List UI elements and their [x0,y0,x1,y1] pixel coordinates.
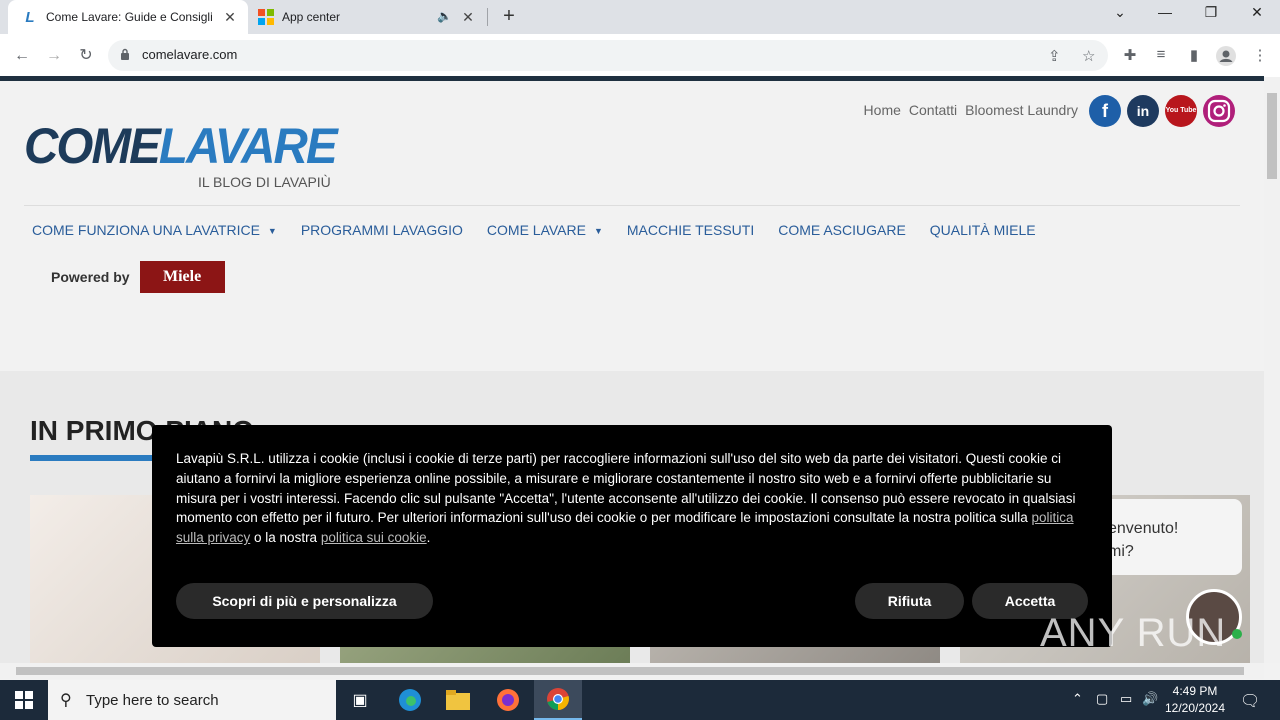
powered-by-miele[interactable]: Powered by Miele [51,261,225,293]
cookie-banner: Lavapiù S.R.L. utilizza i cookie (inclus… [152,425,1112,647]
instagram-icon[interactable] [1203,95,1235,127]
link-contatti[interactable]: Contatti [909,102,957,118]
edge-icon[interactable] [386,680,434,720]
taskbar-search-input[interactable]: ⚲ Type here to search [48,680,336,720]
tab-search-chevron-icon[interactable]: ⌄ [1100,4,1140,21]
cookie-text: Lavapiù S.R.L. utilizza i cookie (inclus… [176,451,1076,546]
reload-icon[interactable]: ↻ [74,44,98,68]
facebook-icon[interactable]: f [1089,95,1121,127]
forward-arrow-icon[interactable]: → [42,44,66,68]
linkedin-icon[interactable]: in [1127,95,1159,127]
tab-strip: L Come Lavare: Guide e Consigli b ✕ App … [0,0,1280,34]
restore-button[interactable]: ❐ [1191,4,1231,21]
section-underline [30,455,160,461]
windows-start-icon[interactable] [0,680,48,720]
browser-toolbar: ← → ↻ comelavare.com ⇪ ☆ ✚ ≡ ▮ ⋮ [0,34,1280,77]
close-tab-icon[interactable]: ✕ [460,9,476,26]
caret-down-icon: ▼ [593,226,603,237]
side-panel-icon[interactable]: ▮ [1184,46,1204,64]
header-divider [24,205,1240,206]
chrome-icon[interactable] [534,680,582,720]
youtube-icon[interactable]: You Tube [1165,95,1197,127]
menu-come-lavare[interactable]: COME LAVARE ▼ [487,222,603,238]
lock-icon [121,48,129,60]
address-bar[interactable]: comelavare.com ⇪ ☆ [108,40,1108,71]
site-logo[interactable]: COMELAVARE [24,117,338,175]
tray-chevron-up-icon[interactable]: ⌃ [1072,691,1083,707]
vertical-scrollbar[interactable] [1264,77,1280,663]
task-view-icon[interactable]: ▣ [336,680,384,720]
menu-come-asciugare[interactable]: COME ASCIUGARE [778,222,906,238]
caret-down-icon: ▼ [267,226,277,237]
file-explorer-icon[interactable] [434,680,482,720]
comelavare-favicon-icon: L [25,8,35,26]
anyrun-watermark: ANY RUN [1040,611,1227,655]
link-bloomest-laundry[interactable]: Bloomest Laundry [965,102,1078,118]
minimize-button[interactable]: — [1145,4,1185,20]
chat-welcome-bubble[interactable]: envenuto! mi? [1094,499,1242,575]
tray-device-icon[interactable]: ▢ [1096,691,1108,707]
notifications-icon[interactable]: 🗨 [1240,691,1260,711]
close-tab-icon[interactable]: ✕ [222,9,238,26]
share-icon[interactable]: ⇪ [1048,47,1061,65]
reject-button[interactable]: Rifiuta [855,583,964,619]
system-clock[interactable]: 4:49 PM 12/20/2024 [1160,683,1230,717]
horizontal-scrollbar[interactable] [0,663,1264,679]
url-text: comelavare.com [142,47,238,62]
tab-comelavare[interactable]: L Come Lavare: Guide e Consigli b ✕ [8,0,248,34]
firefox-icon[interactable] [484,680,532,720]
tab-app-center[interactable]: App center 🔈 ✕ [250,0,486,34]
tab-separator [487,8,488,26]
cookie-policy-link[interactable]: politica sui cookie [321,530,427,545]
link-home[interactable]: Home [864,102,901,118]
web-page: COMELAVARE IL BLOG DI LAVAPIÙ Home Conta… [0,81,1264,663]
profile-avatar-icon[interactable] [1216,46,1236,70]
media-queue-icon[interactable]: ≡ [1151,46,1171,63]
speaker-icon[interactable]: 🔈 [437,9,452,23]
extensions-puzzle-icon[interactable]: ✚ [1120,46,1140,64]
menu-programmi-lavaggio[interactable]: PROGRAMMI LAVAGGIO [301,222,463,238]
new-tab-button[interactable]: + [498,5,520,28]
search-icon: ⚲ [60,692,72,709]
windows-favicon-icon [258,9,274,25]
top-links: Home Contatti Bloomest Laundry [864,102,1078,118]
logo-subtitle: IL BLOG DI LAVAPIÙ [198,174,331,190]
online-status-dot [1232,629,1242,639]
volume-icon[interactable]: 🔊 [1142,691,1158,707]
menu-macchie-tessuti[interactable]: MACCHIE TESSUTI [627,222,754,238]
menu-qualita-miele[interactable]: QUALITÀ MIELE [930,222,1036,238]
tab-title: Come Lavare: Guide e Consigli b [46,10,216,24]
site-header: COMELAVARE IL BLOG DI LAVAPIÙ Home Conta… [0,81,1264,371]
tab-title: App center [282,10,341,24]
menu-come-funziona[interactable]: COME FUNZIONA UNA LAVATRICE ▼ [32,222,277,238]
miele-logo: Miele [139,261,225,293]
back-arrow-icon[interactable]: ← [10,44,34,68]
close-window-button[interactable]: ✕ [1237,4,1277,21]
customize-button[interactable]: Scopri di più e personalizza [176,583,433,619]
main-menu: COME FUNZIONA UNA LAVATRICE ▼ PROGRAMMI L… [32,222,1060,238]
bookmark-star-icon[interactable]: ☆ [1082,47,1095,65]
windows-taskbar: ⚲ Type here to search ▣ ⌃ ▢ ▭ 🔊 4:49 PM … [0,680,1280,720]
network-icon[interactable]: ▭ [1120,691,1132,707]
chrome-menu-icon[interactable]: ⋮ [1250,46,1270,64]
